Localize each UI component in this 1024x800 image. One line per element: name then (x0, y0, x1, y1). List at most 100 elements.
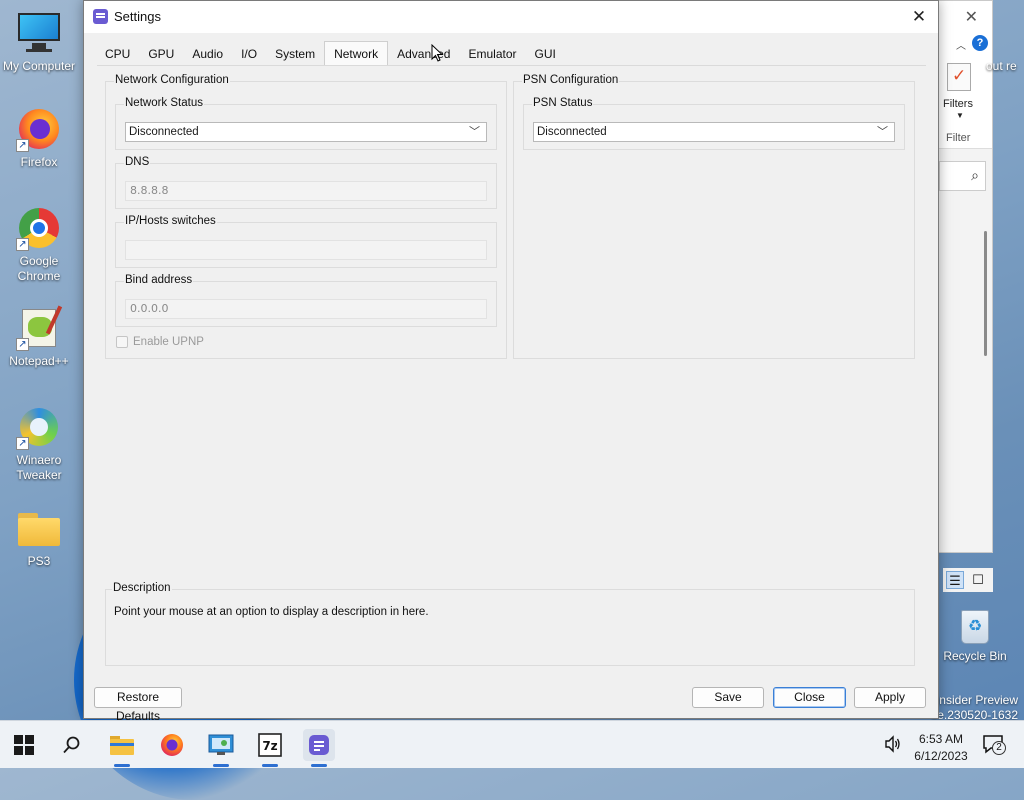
firefox-icon (161, 734, 183, 756)
save-button[interactable]: Save (692, 687, 764, 708)
desktop-icon-label: Notepad++ (9, 354, 69, 368)
tab-bar: CPU GPU Audio I/O System Network Advance… (96, 41, 565, 65)
desktop-icon-label: Firefox (20, 155, 58, 169)
taskbar-firefox[interactable] (156, 729, 188, 761)
tab-gui[interactable]: GUI (526, 43, 565, 65)
control-panel-icon (208, 734, 234, 755)
select-value: Disconnected (537, 126, 607, 138)
checkbox-box[interactable] (116, 336, 128, 348)
dns-group: DNS 8.8.8.8 (115, 156, 497, 209)
taskbar-file-explorer[interactable] (106, 729, 138, 767)
desktop-icon-label: PS3 (27, 554, 51, 568)
start-button[interactable] (8, 729, 40, 761)
notification-button[interactable]: 2 (982, 734, 1006, 782)
taskbar: 7z 6:53 AM 6/12/2023 2 (0, 720, 1024, 768)
select-value: Disconnected (129, 126, 199, 138)
taskbar-rpcs3[interactable] (303, 729, 335, 767)
tab-gpu[interactable]: GPU (139, 43, 183, 65)
desktop-icon-label: My Computer (2, 59, 76, 73)
start-icon (14, 735, 34, 755)
chevron-down-icon: ﹀ (469, 126, 480, 138)
group-title: IP/Hosts switches (124, 215, 217, 227)
tab-system[interactable]: System (266, 43, 324, 65)
group-title: Description (112, 582, 172, 594)
computer-icon (16, 10, 62, 56)
desktop-icon-chrome[interactable]: ↗ Google Chrome (0, 205, 78, 284)
network-tab-panel: Network Configuration Network Status Dis… (97, 65, 926, 671)
network-configuration-group: Network Configuration Network Status Dis… (105, 74, 507, 359)
group-title: Network Status (124, 97, 204, 109)
watermark-line-1: Insider Preview (935, 693, 1018, 707)
group-title: Network Configuration (114, 74, 230, 86)
details-view-icon[interactable]: ☰ (946, 571, 964, 589)
recycle-bin-icon: ♻ (955, 606, 995, 646)
tab-cpu[interactable]: CPU (96, 43, 139, 65)
firefox-icon: ↗ (16, 106, 62, 152)
shortcut-arrow-icon: ↗ (16, 338, 29, 351)
chevron-up-icon[interactable]: ︿ (956, 37, 966, 52)
view-buttons: ☰ ☐ (943, 568, 993, 592)
close-button[interactable]: ✕ (906, 4, 932, 30)
filters-label[interactable]: Filters (943, 98, 973, 110)
close-dialog-button[interactable]: Close (773, 687, 846, 708)
filters-icon[interactable] (947, 63, 971, 91)
group-title: PSN Configuration (522, 74, 620, 86)
description-text: Point your mouse at an option to display… (114, 606, 429, 618)
taskbar-control-panel[interactable] (205, 729, 237, 767)
dialog-titlebar[interactable]: Settings ✕ (84, 1, 938, 33)
psn-status-group: PSN Status Disconnected ﹀ (523, 97, 905, 150)
network-status-select[interactable]: Disconnected ﹀ (125, 122, 487, 142)
desktop-icon-label: Google Chrome (17, 254, 61, 283)
tab-emulator[interactable]: Emulator (459, 43, 525, 65)
chevron-down-icon[interactable]: ▼ (956, 111, 964, 120)
search-icon: ⌕ (971, 167, 979, 183)
restore-defaults-button[interactable]: Restore Defaults (94, 687, 182, 723)
desktop-icon-ps3[interactable]: PS3 (0, 505, 78, 569)
7zip-icon: 7z (258, 733, 282, 757)
scrollbar[interactable] (984, 231, 987, 356)
tab-advanced[interactable]: Advanced (388, 43, 459, 65)
shortcut-arrow-icon: ↗ (16, 139, 29, 152)
dns-field[interactable]: 8.8.8.8 (125, 181, 487, 201)
bind-address-field[interactable]: 0.0.0.0 (125, 299, 487, 319)
enable-upnp-checkbox[interactable]: Enable UPNP (116, 336, 204, 348)
desktop-icon-winaero[interactable]: ↗ Winaero Tweaker (0, 404, 78, 483)
desktop-icon-my-computer[interactable]: My Computer (0, 10, 78, 74)
tab-network[interactable]: Network (324, 41, 389, 65)
svg-text:7z: 7z (262, 739, 277, 753)
volume-icon[interactable] (884, 735, 902, 783)
desktop-icon-label: Recycle Bin (943, 649, 1007, 663)
tab-audio[interactable]: Audio (183, 43, 232, 65)
group-title: DNS (124, 156, 151, 168)
psn-status-select[interactable]: Disconnected ﹀ (533, 122, 895, 142)
desktop-icon-recycle-bin[interactable]: ♻ Recycle Bin (936, 606, 1014, 664)
clock-time: 6:53 AM (918, 732, 964, 746)
tab-io[interactable]: I/O (232, 43, 266, 65)
taskbar-7zip[interactable]: 7z (254, 729, 286, 767)
search-box[interactable]: ⌕ (939, 161, 986, 191)
network-status-group: Network Status Disconnected ﹀ (115, 97, 497, 150)
shortcut-arrow-icon: ↗ (16, 238, 29, 251)
apply-button[interactable]: Apply (854, 687, 926, 708)
clock-date: 6/12/2023 (914, 749, 968, 763)
file-explorer-icon (110, 736, 134, 755)
description-group: Description Point your mouse at an optio… (105, 582, 915, 666)
help-icon[interactable]: ? (972, 35, 988, 51)
tiles-view-icon[interactable]: ☐ (969, 571, 987, 589)
desktop-icon-notepadpp[interactable]: ↗ Notepad++ (0, 305, 78, 369)
shortcut-arrow-icon: ↗ (16, 437, 29, 450)
dialog-title: Settings (114, 9, 161, 24)
taskbar-search-button[interactable] (56, 729, 88, 761)
filter-group-label: Filter (946, 132, 971, 144)
partial-desktop-label: out re (986, 59, 1017, 73)
checkbox-label: Enable UPNP (133, 336, 204, 348)
clock[interactable]: 6:53 AM 6/12/2023 (910, 731, 972, 765)
chrome-icon: ↗ (16, 205, 62, 251)
notepadpp-icon: ↗ (16, 305, 63, 351)
desktop-icon-firefox[interactable]: ↗ Firefox (0, 106, 78, 170)
winaero-icon: ↗ (16, 404, 62, 450)
desktop-icon-label: Winaero Tweaker (16, 453, 62, 482)
close-icon[interactable]: ✕ (965, 7, 978, 27)
ip-hosts-field[interactable] (125, 240, 487, 260)
rpcs3-icon (309, 735, 329, 755)
